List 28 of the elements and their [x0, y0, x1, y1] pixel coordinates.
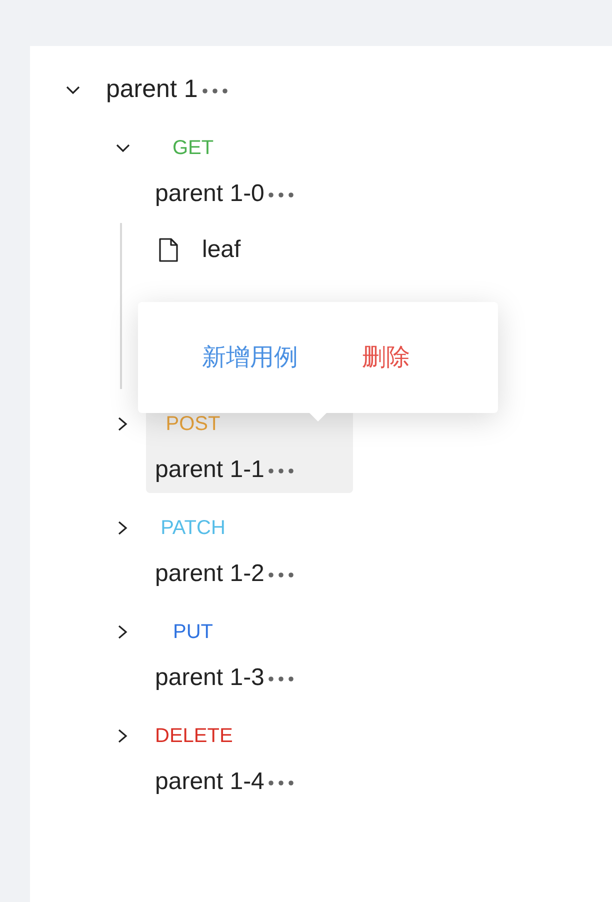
leaf-label[interactable]: leaf [202, 232, 241, 268]
method-label: PUT [172, 620, 214, 645]
more-icon[interactable] [268, 676, 294, 682]
chevron-right-icon[interactable] [116, 625, 130, 639]
delete-button[interactable]: 删除 [362, 340, 410, 376]
tree-node[interactable]: DELETE parent 1-4 [146, 713, 353, 805]
chevron-right-icon[interactable] [116, 521, 130, 535]
method-label: DELETE [155, 724, 233, 749]
node-label[interactable]: parent 1 [106, 71, 198, 109]
more-icon[interactable] [268, 780, 294, 786]
tree-node[interactable]: GET parent 1-0 [146, 125, 353, 217]
method-label: GET [171, 136, 215, 161]
chevron-right-icon[interactable] [116, 417, 130, 431]
method-label: PATCH [160, 516, 226, 541]
more-icon[interactable] [268, 468, 294, 474]
chevron-right-icon[interactable] [116, 729, 130, 743]
node-label: parent 1-3 [155, 663, 264, 693]
file-icon [159, 238, 178, 262]
tree-node[interactable]: PATCH parent 1-2 [146, 505, 353, 597]
more-icon[interactable] [268, 572, 294, 578]
more-icon[interactable] [268, 192, 294, 198]
node-label: parent 1-1 [155, 455, 264, 485]
node-label: parent 1-0 [155, 179, 264, 209]
more-icon[interactable] [202, 88, 228, 94]
node-label: parent 1-4 [155, 767, 264, 797]
tree-node[interactable]: PUT parent 1-3 [146, 609, 353, 701]
method-label: POST [164, 412, 222, 437]
node-label: parent 1-2 [155, 559, 264, 589]
